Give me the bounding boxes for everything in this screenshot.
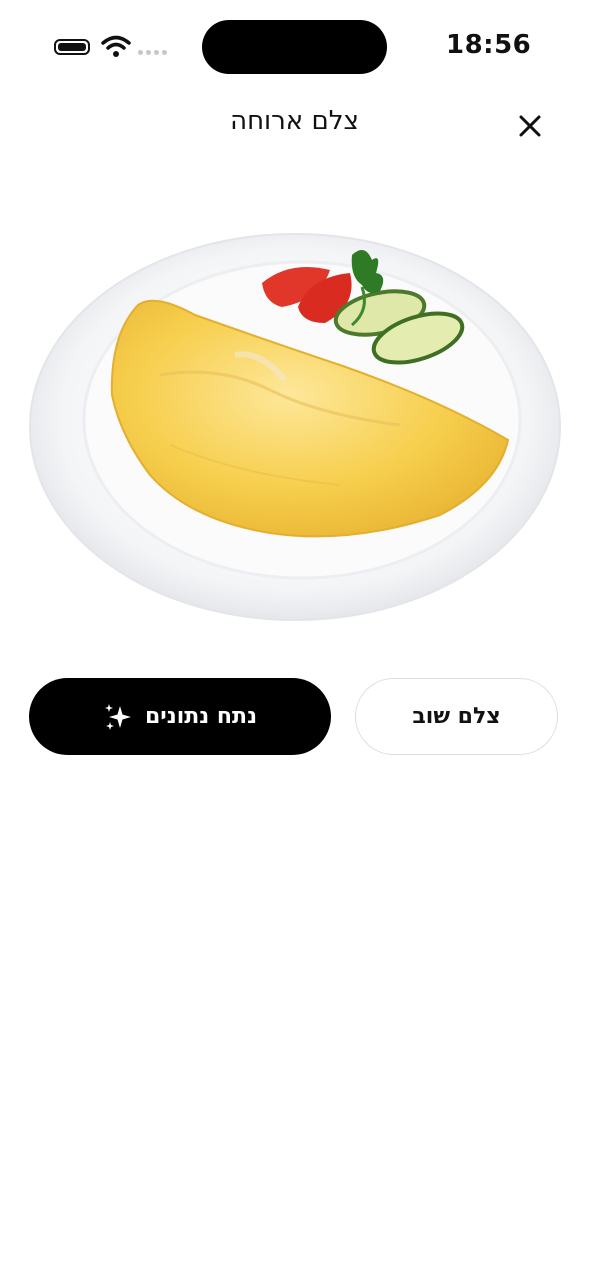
status-bar: 18:56 [0, 0, 589, 95]
sparkles-icon [104, 703, 131, 730]
page-title: צלם ארוחה [230, 106, 359, 136]
analyze-data-button[interactable]: נתח נתונים [29, 678, 331, 755]
cellular-signal-icon [138, 50, 167, 55]
dynamic-island [202, 20, 387, 74]
wifi-icon [101, 35, 131, 57]
meal-photo [29, 233, 561, 621]
retake-photo-label: צלם שוב [412, 704, 501, 729]
status-time: 18:56 [446, 30, 532, 60]
analyze-data-label: נתח נתונים [144, 704, 258, 729]
close-button[interactable] [510, 106, 550, 146]
retake-photo-button[interactable]: צלם שוב [355, 678, 558, 755]
close-icon [519, 115, 541, 137]
battery-icon [54, 39, 90, 55]
